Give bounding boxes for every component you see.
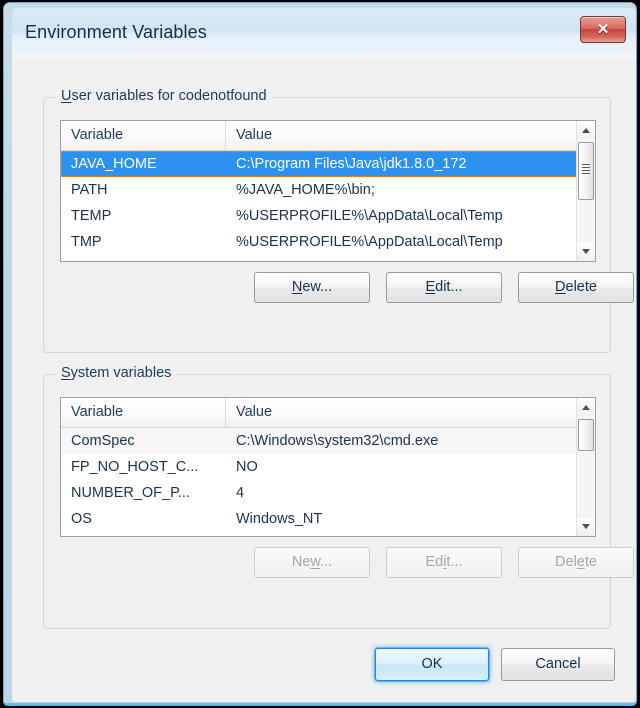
delete-system-before: Del (555, 554, 577, 570)
system-legend-text: ystem variables (70, 365, 172, 381)
user-column-value[interactable]: Value (226, 121, 578, 150)
cell-variable: NUMBER_OF_P... (71, 485, 190, 501)
cell-variable: OS (71, 511, 92, 527)
edit-user-variable-button[interactable]: Edit... (386, 272, 502, 303)
system-column-variable[interactable]: Variable (61, 398, 226, 427)
new-system-variable-button[interactable]: New... (254, 547, 370, 578)
delete-system-variable-button[interactable]: Delete (518, 547, 634, 578)
chevron-down-icon (582, 524, 590, 529)
table-row[interactable]: JAVA_HOME C:\Program Files\Java\jdk1.8.0… (61, 151, 595, 177)
delete-system-accel: e (576, 554, 585, 570)
cell-value: NO (236, 459, 258, 475)
table-row[interactable]: TMP %USERPROFILE%\AppData\Local\Temp (61, 229, 595, 255)
user-variables-listview[interactable]: Variable Value JAVA_HOME C:\Program File… (60, 120, 596, 262)
user-column-variable[interactable]: Variable (61, 121, 226, 150)
user-list-scrollbar[interactable] (576, 121, 595, 261)
new-user-variable-button[interactable]: New... (254, 272, 370, 303)
table-row[interactable]: FP_NO_HOST_C... NO (61, 454, 595, 480)
chevron-up-icon (582, 128, 590, 133)
system-variables-group: System variables Variable Value ComSpec … (43, 365, 634, 629)
new-system-after: ... (320, 554, 333, 570)
cell-variable: JAVA_HOME (71, 156, 157, 172)
system-list-rows: ComSpec C:\Windows\system32\cmd.exe FP_N… (61, 428, 595, 536)
system-column-value[interactable]: Value (226, 398, 578, 427)
title-bar: Environment Variables ✕ (12, 8, 636, 58)
edit-system-before: Ed (425, 554, 444, 570)
edit-button-accel: E (425, 279, 436, 295)
window-title: Environment Variables (25, 22, 207, 42)
user-list-rows: JAVA_HOME C:\Program Files\Java\jdk1.8.0… (61, 151, 595, 261)
close-button[interactable]: ✕ (580, 16, 626, 43)
delete-system-after: te (584, 554, 597, 570)
cell-value: %JAVA_HOME%\bin; (236, 182, 375, 198)
environment-variables-dialog: Environment Variables ✕ User variables f… (12, 8, 636, 702)
scroll-down-button[interactable] (577, 243, 595, 261)
cell-variable: ComSpec (71, 433, 135, 449)
cell-variable: TEMP (71, 208, 112, 224)
cell-value: C:\Program Files\Java\jdk1.8.0_172 (236, 156, 467, 172)
scroll-down-button[interactable] (577, 518, 595, 536)
new-button-accel: N (291, 279, 303, 295)
cancel-button[interactable]: Cancel (501, 648, 615, 681)
cell-value: 4 (236, 485, 245, 501)
table-row[interactable]: ComSpec C:\Windows\system32\cmd.exe (61, 428, 595, 454)
window-frame: Environment Variables ✕ User variables f… (3, 2, 637, 706)
cell-variable: PATH (71, 182, 108, 198)
cell-variable: TMP (71, 234, 102, 250)
new-button-label: ew... (302, 279, 333, 295)
new-system-before: Ne (291, 554, 311, 570)
chevron-up-icon (582, 405, 590, 410)
system-variables-legend: System variables (56, 365, 177, 381)
edit-button-label: dit... (435, 279, 463, 295)
chevron-down-icon (582, 249, 590, 254)
scroll-up-button[interactable] (577, 121, 595, 139)
system-variables-listview[interactable]: Variable Value ComSpec C:\Windows\system… (60, 397, 596, 537)
ok-button[interactable]: OK (375, 648, 489, 681)
table-row[interactable]: PATH %JAVA_HOME%\bin; (61, 177, 595, 203)
cell-value: C:\Windows\system32\cmd.exe (236, 433, 439, 449)
user-legend-text: ser variables for codenotfound (71, 88, 267, 104)
edit-system-after: t... (446, 554, 463, 570)
user-variables-group: User variables for codenotfound Variable… (43, 88, 634, 353)
scrollbar-thumb[interactable] (578, 142, 594, 200)
table-row[interactable]: OS Windows_NT (61, 506, 595, 532)
system-legend-accel: S (61, 365, 71, 381)
cell-value: %USERPROFILE%\AppData\Local\Temp (236, 208, 503, 224)
cell-value: %USERPROFILE%\AppData\Local\Temp (236, 234, 503, 250)
dialog-body: User variables for codenotfound Variable… (12, 58, 636, 702)
system-list-header: Variable Value (61, 398, 595, 428)
cell-value: Windows_NT (236, 511, 323, 527)
user-variables-legend: User variables for codenotfound (56, 88, 272, 104)
new-system-accel: w (310, 554, 321, 570)
cell-variable: FP_NO_HOST_C... (71, 459, 199, 475)
user-list-header: Variable Value (61, 121, 595, 151)
close-icon: ✕ (596, 21, 610, 38)
delete-button-label: elete (565, 279, 597, 295)
user-legend-accel: U (61, 88, 72, 104)
scrollbar-thumb[interactable] (578, 419, 594, 451)
delete-button-accel: D (555, 279, 566, 295)
edit-system-variable-button[interactable]: Edit... (386, 547, 502, 578)
grip-icon (582, 164, 590, 178)
table-row[interactable]: TEMP %USERPROFILE%\AppData\Local\Temp (61, 203, 595, 229)
table-row[interactable]: NUMBER_OF_P... 4 (61, 480, 595, 506)
delete-user-variable-button[interactable]: Delete (518, 272, 634, 303)
scroll-up-button[interactable] (577, 398, 595, 416)
system-list-scrollbar[interactable] (576, 398, 595, 536)
